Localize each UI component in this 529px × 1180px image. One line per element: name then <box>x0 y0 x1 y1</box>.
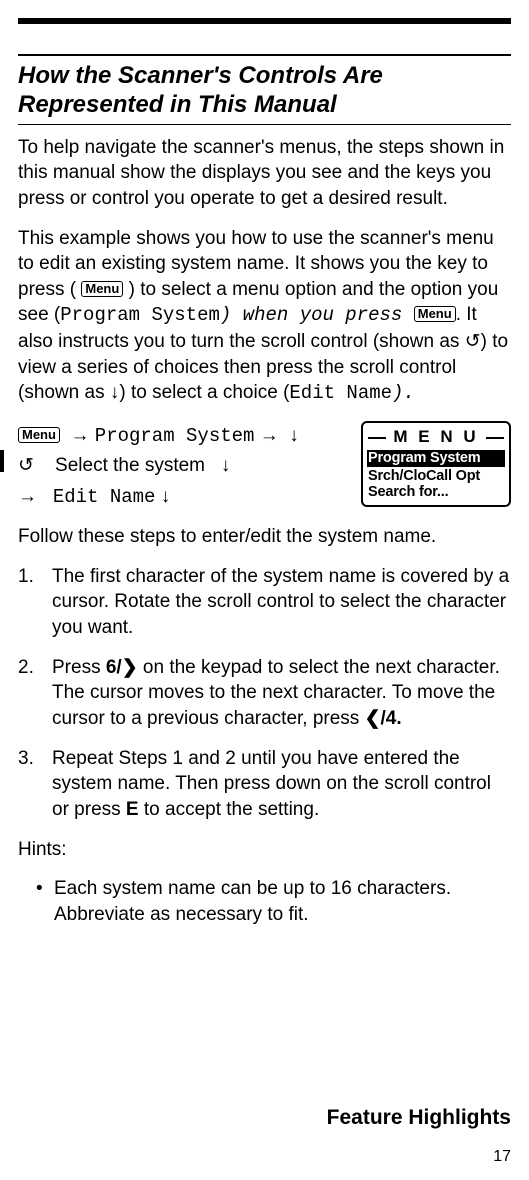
step-number: 2. <box>18 655 52 732</box>
hint-item: • Each system name can be up to 16 chara… <box>36 876 511 927</box>
step-body: Press 6/❯ on the keypad to select the ne… <box>52 655 511 732</box>
press-icon: ↓ <box>161 486 171 507</box>
press-icon: ↓ <box>289 425 299 446</box>
top-rule-thin <box>18 54 511 56</box>
top-rule-thick <box>18 18 511 24</box>
arrow-icon: → <box>71 425 90 446</box>
press-icon: ↓ <box>221 455 231 476</box>
arrow-icon: → <box>260 425 279 446</box>
step-body: The first character of the system name i… <box>52 564 511 641</box>
edit-name-text: Edit Name <box>289 382 392 404</box>
step-number: 3. <box>18 746 52 823</box>
step-number: 1. <box>18 564 52 641</box>
navigation-example: Menu → Program System → ↓ ↺ Select the s… <box>18 421 511 512</box>
step-2: 2. Press 6/❯ on the keypad to select the… <box>18 655 511 732</box>
nav-text: Edit Name <box>53 486 156 508</box>
text: ) to select a choice ( <box>119 382 289 403</box>
step-1: 1. The first character of the system nam… <box>18 564 511 641</box>
step-body: Repeat Steps 1 and 2 until you have ente… <box>52 746 511 823</box>
lcd-row: Srch/CloCall Opt <box>368 468 504 485</box>
section-title: How the Scanner's Controls Are Represent… <box>18 62 511 120</box>
intro-paragraph-2: This example shows you how to use the sc… <box>18 226 511 407</box>
change-bar <box>0 450 4 472</box>
text: ) when you press <box>220 304 414 326</box>
menu-key-icon: Menu <box>414 306 456 322</box>
footer-section-title: Feature Highlights <box>327 1104 511 1132</box>
press-icon: ↓ <box>110 382 120 403</box>
key-label: E <box>126 799 139 820</box>
turn-icon: ↺ <box>465 331 481 352</box>
nav-text: Select the system <box>55 455 205 476</box>
hints-label: Hints: <box>18 837 511 863</box>
page-number: 17 <box>493 1146 511 1168</box>
chevron-left-icon: ❮ <box>365 708 381 729</box>
lcd-row: Search for... <box>368 484 504 501</box>
key-label: /4. <box>381 708 402 729</box>
nav-line-1: Menu → Program System → ↓ <box>18 421 348 451</box>
lcd-title: M E N U <box>368 426 504 449</box>
bullet-icon: • <box>36 876 54 927</box>
text: ). <box>392 382 415 404</box>
text: to accept the setting. <box>139 799 320 820</box>
nav-line-2: ↺ Select the system ↓ <box>18 451 348 481</box>
lcd-display: M E N U Program System Srch/CloCall Opt … <box>361 421 511 507</box>
steps-list: 1. The first character of the system nam… <box>18 564 511 823</box>
nav-text: Program System <box>95 425 255 447</box>
key-label: 6/ <box>106 657 122 678</box>
menu-option-text: Program System <box>60 304 220 326</box>
intro-paragraph-1: To help navigate the scanner's menus, th… <box>18 135 511 212</box>
nav-lines: Menu → Program System → ↓ ↺ Select the s… <box>18 421 348 512</box>
lcd-row-highlighted: Program System <box>367 450 505 467</box>
menu-key-icon: Menu <box>18 427 60 443</box>
turn-icon: ↺ <box>18 455 34 476</box>
follow-steps-text: Follow these steps to enter/edit the sys… <box>18 524 511 550</box>
text: Press <box>52 657 106 678</box>
arrow-icon: → <box>18 486 37 507</box>
menu-key-icon: Menu <box>81 281 123 297</box>
hint-text: Each system name can be up to 16 charact… <box>54 876 511 927</box>
chevron-right-icon: ❯ <box>122 657 138 678</box>
hints-list: • Each system name can be up to 16 chara… <box>36 876 511 927</box>
title-underline <box>18 124 511 125</box>
nav-line-3: → Edit Name ↓ <box>18 482 348 512</box>
step-3: 3. Repeat Steps 1 and 2 until you have e… <box>18 746 511 823</box>
